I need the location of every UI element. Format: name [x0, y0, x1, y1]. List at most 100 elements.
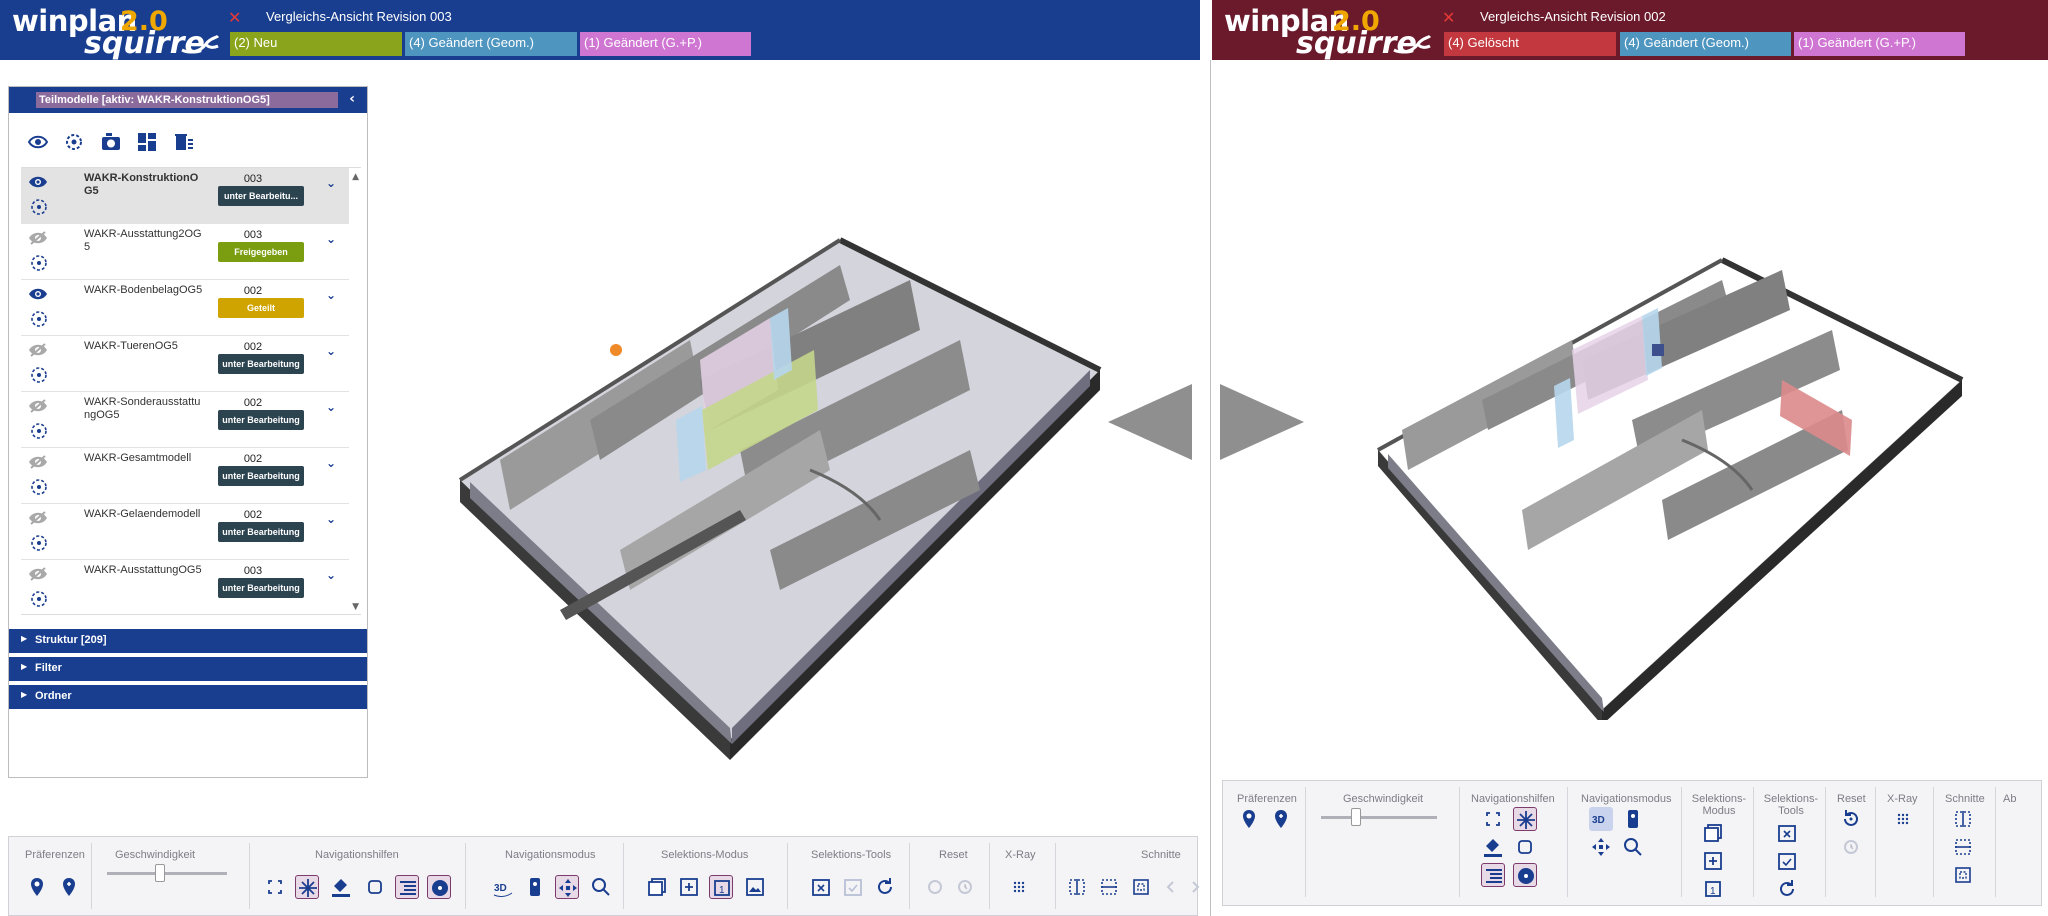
- add-pin-icon[interactable]: [57, 875, 81, 899]
- target-icon[interactable]: [30, 534, 48, 552]
- calendar-check-icon[interactable]: [841, 875, 865, 899]
- eye-off-icon[interactable]: [28, 399, 48, 413]
- paint-icon[interactable]: [1481, 835, 1505, 859]
- xray-icon[interactable]: [1007, 875, 1031, 899]
- eye-icon[interactable]: [27, 131, 49, 153]
- collapse-panel-icon[interactable]: ‹: [349, 91, 355, 107]
- chevron-right-icon[interactable]: [1183, 875, 1200, 899]
- badge-changed-gp[interactable]: (1) Geändert (G.+P.): [580, 32, 751, 56]
- list-icon[interactable]: [395, 875, 419, 899]
- eye-icon[interactable]: [28, 175, 48, 189]
- compass-icon[interactable]: [295, 875, 319, 899]
- submodel-row[interactable]: WAKR-SonderausstattungOG5 002 unter Bear…: [21, 392, 349, 448]
- section-icon[interactable]: [1129, 875, 1153, 899]
- next-revision-arrow[interactable]: [1220, 384, 1304, 460]
- 3d-icon[interactable]: 3D: [491, 875, 515, 899]
- chevron-down-icon[interactable]: ⌄: [326, 232, 336, 246]
- chevron-down-icon[interactable]: ⌄: [326, 176, 336, 190]
- refresh-icon[interactable]: [873, 875, 897, 899]
- chevron-down-icon[interactable]: ⌄: [326, 288, 336, 302]
- speed-slider-thumb[interactable]: [155, 864, 165, 882]
- submodel-row[interactable]: WAKR-KonstruktionOG5 003 unter Bearbeitu…: [21, 168, 349, 224]
- badge-changed-geom[interactable]: (4) Geändert (Geom.): [405, 32, 577, 56]
- paint-icon[interactable]: [329, 875, 353, 899]
- select-box-icon[interactable]: [1701, 821, 1725, 845]
- select-plus-icon[interactable]: [1701, 849, 1725, 873]
- close-compare-icon[interactable]: ✕: [228, 8, 241, 27]
- reset-icon[interactable]: [923, 875, 947, 899]
- list-icon[interactable]: [1481, 863, 1505, 887]
- chevron-down-icon[interactable]: ⌄: [326, 344, 336, 358]
- speed-slider-track[interactable]: [1321, 816, 1437, 819]
- eye-off-icon[interactable]: [28, 231, 48, 245]
- zoom-icon[interactable]: [1621, 835, 1645, 859]
- walk-icon[interactable]: [523, 875, 547, 899]
- select-one-icon[interactable]: 1: [709, 875, 733, 899]
- move-icon[interactable]: [555, 875, 579, 899]
- frame-icon[interactable]: [363, 875, 387, 899]
- eye-off-icon[interactable]: [28, 455, 48, 469]
- camera-icon[interactable]: [100, 131, 122, 153]
- add-pin-icon[interactable]: [1269, 807, 1293, 831]
- calendar-x-icon[interactable]: [1775, 821, 1799, 845]
- section-icon[interactable]: [1065, 875, 1089, 899]
- section-icon[interactable]: [1951, 835, 1975, 859]
- compass-icon[interactable]: [1513, 807, 1537, 831]
- previous-revision-arrow[interactable]: [1108, 384, 1192, 460]
- history-icon[interactable]: [953, 875, 977, 899]
- speed-slider-thumb[interactable]: [1351, 808, 1361, 826]
- target-icon[interactable]: [30, 254, 48, 272]
- select-image-icon[interactable]: [743, 875, 767, 899]
- refresh-icon[interactable]: [1775, 877, 1799, 901]
- section-filter[interactable]: ▶ Filter: [9, 657, 367, 681]
- submodel-row[interactable]: WAKR-BodenbelagOG5 002 Geteilt ⌄: [21, 280, 349, 336]
- section-folder[interactable]: ▶ Ordner: [9, 685, 367, 709]
- fullscreen-icon[interactable]: [1481, 807, 1505, 831]
- submodels-header[interactable]: Teilmodelle [aktiv: WAKR-KonstruktionOG5…: [9, 87, 367, 113]
- history-icon[interactable]: [1839, 835, 1863, 859]
- calendar-check-icon[interactable]: [1775, 849, 1799, 873]
- submodel-row[interactable]: WAKR-TuerenOG5 002 unter Bearbeitung ⌄: [21, 336, 349, 392]
- section-icon[interactable]: [1951, 863, 1975, 887]
- eye-icon[interactable]: [28, 287, 48, 301]
- chevron-down-icon[interactable]: ⌄: [326, 568, 336, 582]
- fullscreen-icon[interactable]: [263, 875, 287, 899]
- pin-icon[interactable]: [1237, 807, 1261, 831]
- badge-changed-gp[interactable]: (1) Geändert (G.+P.): [1794, 32, 1965, 56]
- submodel-row[interactable]: WAKR-Gesamtmodell 002 unter Bearbeitung …: [21, 448, 349, 504]
- 3d-model-view[interactable]: [1362, 250, 1982, 720]
- target-icon[interactable]: [30, 478, 48, 496]
- fan-icon[interactable]: [427, 875, 451, 899]
- target-icon[interactable]: [30, 366, 48, 384]
- select-one-icon[interactable]: 1: [1701, 877, 1725, 901]
- chevron-down-icon[interactable]: ⌄: [326, 512, 336, 526]
- submodel-row[interactable]: WAKR-Gelaendemodell 002 unter Bearbeitun…: [21, 504, 349, 560]
- eye-off-icon[interactable]: [28, 567, 48, 581]
- section-icon[interactable]: [1097, 875, 1121, 899]
- target-icon[interactable]: [30, 310, 48, 328]
- walk-icon[interactable]: [1621, 807, 1645, 831]
- chevron-left-icon[interactable]: [1159, 875, 1183, 899]
- eye-off-icon[interactable]: [28, 511, 48, 525]
- zoom-icon[interactable]: [589, 875, 613, 899]
- target-icon[interactable]: [30, 422, 48, 440]
- submodel-row[interactable]: WAKR-AusstattungOG5 003 unter Bearbeitun…: [21, 560, 349, 614]
- close-compare-icon[interactable]: ✕: [1442, 8, 1455, 27]
- badge-deleted[interactable]: (4) Gelöscht: [1444, 32, 1616, 56]
- eye-off-icon[interactable]: [28, 343, 48, 357]
- select-plus-icon[interactable]: [677, 875, 701, 899]
- pin-icon[interactable]: [25, 875, 49, 899]
- calendar-x-icon[interactable]: [809, 875, 833, 899]
- badge-new[interactable]: (2) Neu: [230, 32, 402, 56]
- layout-icon[interactable]: [136, 131, 158, 153]
- 3d-model-view[interactable]: [440, 220, 1120, 760]
- chevron-down-icon[interactable]: ⌄: [326, 456, 336, 470]
- 3d-icon[interactable]: 3D: [1589, 807, 1613, 831]
- submodel-list[interactable]: WAKR-KonstruktionOG5 003 unter Bearbeitu…: [21, 167, 361, 615]
- fan-icon[interactable]: [1513, 863, 1537, 887]
- delete-list-icon[interactable]: [173, 131, 195, 153]
- xray-icon[interactable]: [1891, 807, 1915, 831]
- select-box-icon[interactable]: [645, 875, 669, 899]
- scroll-down-icon[interactable]: ▼: [352, 602, 359, 612]
- target-icon[interactable]: [30, 590, 48, 608]
